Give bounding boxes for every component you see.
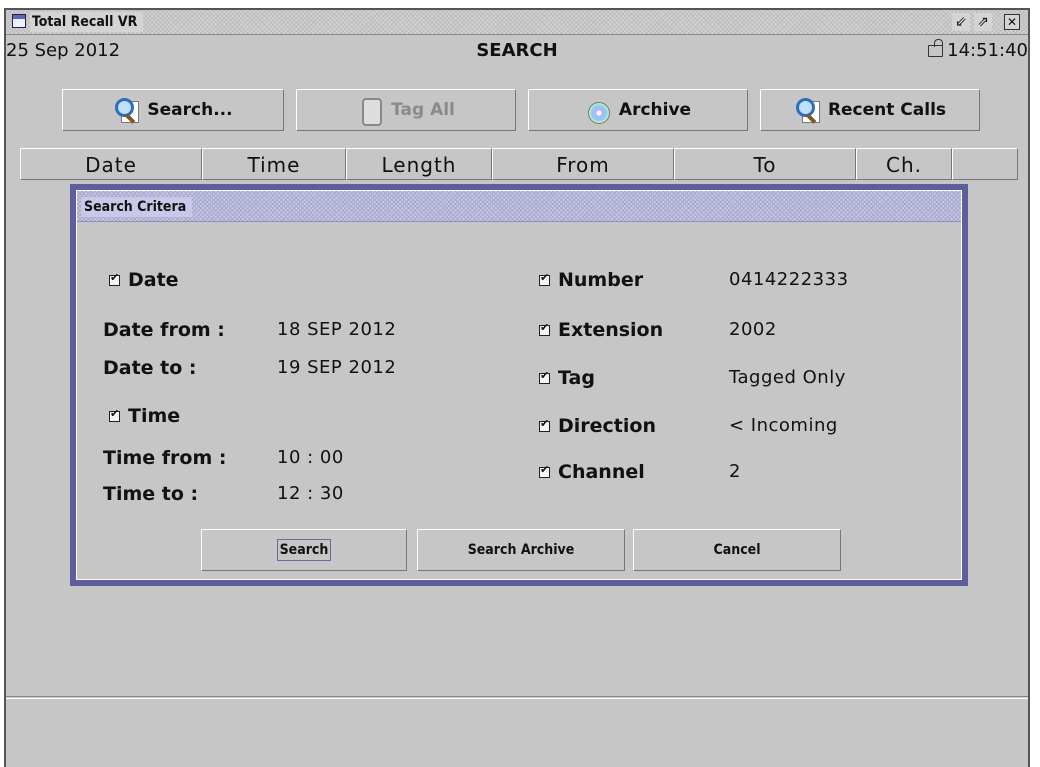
column-header-from[interactable]: From (492, 148, 674, 180)
disc-icon (585, 97, 611, 124)
extension-field[interactable]: 2002 (729, 319, 777, 340)
app-window-icon (12, 14, 26, 28)
search-toolbar-label: Search... (147, 100, 233, 120)
checkmark-icon (109, 407, 120, 422)
minimize-icon[interactable]: ⇙ (952, 13, 970, 31)
date-from-field[interactable]: 18 SEP 2012 (277, 319, 396, 340)
magnifier-icon (113, 97, 140, 124)
checkmark-icon (539, 369, 550, 384)
date-checkbox[interactable]: Date (109, 269, 179, 291)
channel-checkbox-label: Channel (558, 461, 645, 483)
checkmark-icon (539, 417, 550, 432)
title-bar[interactable]: Total Recall VR ⇙ ⇗ ✕ (6, 10, 1028, 35)
clipboard-icon (357, 97, 383, 126)
magnifier-icon (794, 97, 820, 124)
archive-label: Archive (618, 100, 692, 120)
extension-checkbox[interactable]: Extension (539, 319, 663, 341)
screen-title: SEARCH (476, 40, 558, 61)
direction-field[interactable]: < Incoming (729, 415, 838, 436)
tag-all-label: Tag All (391, 100, 455, 120)
column-header-channel[interactable]: Ch. (856, 148, 952, 180)
date-from-label: Date from : (103, 319, 225, 341)
results-table-header: Date Time Length From To Ch. (6, 148, 1028, 181)
number-checkbox[interactable]: Number (539, 269, 643, 291)
tag-checkbox-label: Tag (558, 367, 595, 389)
column-header-length[interactable]: Length (346, 148, 492, 180)
clock-time: 14:51:40 (947, 40, 1028, 61)
date-to-field[interactable]: 19 SEP 2012 (277, 357, 396, 378)
archive-button[interactable]: Archive (528, 89, 748, 131)
channel-checkbox[interactable]: Channel (539, 461, 645, 483)
clock: 14:51:40 (928, 34, 1028, 68)
tag-field[interactable]: Tagged Only (729, 367, 846, 388)
time-checkbox-label: Time (128, 405, 181, 427)
checkmark-icon (109, 271, 120, 286)
tag-all-button[interactable]: Tag All (296, 89, 516, 131)
time-from-field[interactable]: 10 : 00 (277, 447, 344, 468)
column-header-time[interactable]: Time (202, 148, 346, 180)
search-criteria-dialog: Search Critera Date Date from : 18 SEP 2… (70, 184, 968, 586)
search-button[interactable]: Search (201, 529, 407, 571)
direction-checkbox[interactable]: Direction (539, 415, 656, 437)
checkmark-icon (539, 463, 550, 478)
divider (6, 696, 1028, 697)
cancel-button[interactable]: Cancel (633, 529, 841, 571)
time-checkbox[interactable]: Time (109, 405, 180, 427)
window-title: Total Recall VR (30, 12, 144, 32)
checkmark-icon (539, 271, 550, 286)
dialog-title: Search Critera (81, 197, 193, 217)
close-icon[interactable]: ✕ (1004, 14, 1020, 30)
status-bar (6, 698, 1028, 757)
search-archive-button[interactable]: Search Archive (417, 529, 625, 571)
recent-calls-button[interactable]: Recent Calls (760, 89, 980, 131)
search-toolbar-button[interactable]: Search... (62, 89, 284, 131)
search-button-label: Search (276, 539, 332, 561)
column-header-date[interactable]: Date (20, 148, 202, 180)
recent-calls-label: Recent Calls (827, 100, 947, 120)
channel-field[interactable]: 2 (729, 461, 741, 482)
number-checkbox-label: Number (558, 269, 644, 291)
date-to-label: Date to : (103, 357, 197, 379)
time-to-field[interactable]: 12 : 30 (277, 483, 344, 504)
tag-checkbox[interactable]: Tag (539, 367, 595, 389)
time-from-label: Time from : (103, 447, 227, 469)
checkmark-icon (539, 321, 550, 336)
direction-checkbox-label: Direction (558, 415, 656, 437)
lock-icon (928, 39, 944, 57)
column-header-to[interactable]: To (674, 148, 856, 180)
extension-checkbox-label: Extension (558, 319, 664, 341)
info-bar: 25 Sep 2012 SEARCH 14:51:40 (6, 34, 1028, 68)
dialog-title-bar[interactable]: Search Critera (77, 191, 961, 222)
time-to-label: Time to : (103, 483, 199, 505)
maximize-icon[interactable]: ⇗ (974, 13, 992, 31)
date-checkbox-label: Date (128, 269, 179, 291)
column-header-extra[interactable] (952, 148, 1018, 180)
dialog-body: Search Critera Date Date from : 18 SEP 2… (76, 190, 962, 580)
number-field[interactable]: 0414222333 (729, 269, 849, 290)
